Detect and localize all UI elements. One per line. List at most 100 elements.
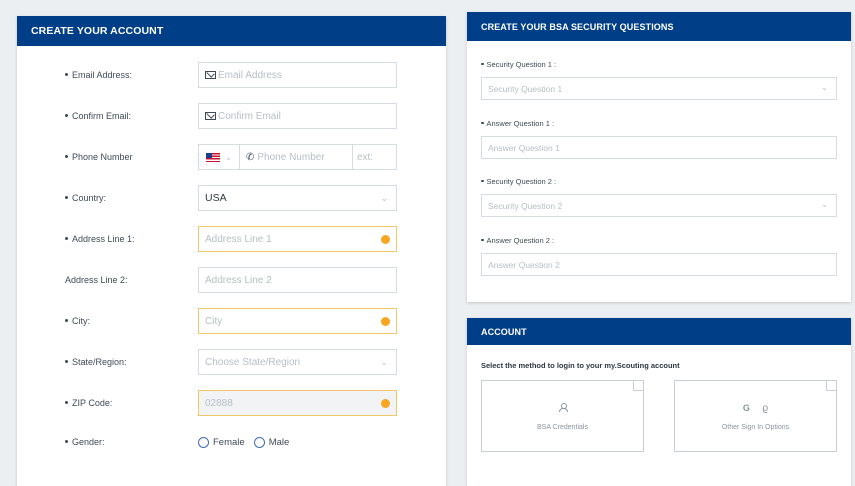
address1-placeholder: Address Line 1 — [205, 233, 272, 245]
security-question-1-select[interactable]: Security Question 1 ⌄ — [481, 77, 837, 100]
confirm-email-placeholder: Confirm Email — [218, 110, 281, 122]
state-label: State/Region: — [72, 357, 127, 367]
chevron-down-icon: ⌄ — [224, 151, 233, 162]
state-select[interactable]: Choose State/Region ⌄ — [198, 349, 397, 375]
required-dot — [65, 73, 68, 77]
mail-icon — [205, 112, 216, 120]
country-row: Country: USA ⌄ — [17, 185, 446, 211]
address2-placeholder: Address Line 2 — [205, 274, 272, 286]
gender-male-label[interactable]: Male — [269, 437, 290, 448]
required-dot — [65, 440, 68, 444]
city-label: City: — [72, 316, 90, 326]
login-method-card: ACCOUNT Select the method to login to yo… — [467, 318, 851, 486]
address1-row: Address Line 1: Address Line 1 — [17, 226, 446, 252]
country-value: USA — [205, 192, 227, 204]
required-dot — [65, 155, 68, 159]
phone-input[interactable]: ✆ Phone Number — [240, 144, 353, 170]
state-placeholder: Choose State/Region — [205, 356, 301, 368]
address2-label: Address Line 2: — [65, 275, 128, 285]
answer-question-2-label: Answer Question 2 : — [486, 236, 555, 245]
country-select[interactable]: USA ⌄ — [198, 185, 397, 211]
city-input[interactable]: City — [198, 308, 397, 334]
answer-question-1-input[interactable]: Answer Question 1 — [481, 136, 837, 159]
address2-input[interactable]: Address Line 2 — [198, 267, 397, 293]
address1-label: Address Line 1: — [72, 234, 135, 244]
phone-group: ⌄ ✆ Phone Number ext: — [198, 144, 397, 170]
security-questions-header: CREATE YOUR BSA SECURITY QUESTIONS — [467, 12, 851, 41]
security-questions-title: CREATE YOUR BSA SECURITY QUESTIONS — [481, 21, 674, 32]
bsa-credentials-option[interactable]: BSA Credentials — [481, 380, 644, 452]
answer-question-2-input[interactable]: Answer Question 2 — [481, 253, 837, 276]
warning-icon — [381, 399, 390, 408]
gender-radio-group: Female Male — [198, 429, 298, 455]
gender-row: Gender: Female Male — [17, 429, 446, 455]
phone-icon: ✆ — [246, 151, 255, 163]
confirm-email-input[interactable]: Confirm Email — [198, 103, 397, 129]
email-row: Email Address: Email Address — [17, 62, 446, 88]
email-placeholder: Email Address — [218, 69, 282, 81]
required-dot — [481, 179, 484, 183]
security-question-1-block: Security Question 1 : Security Question … — [481, 59, 837, 100]
email-label: Email Address: — [72, 70, 133, 80]
required-dot — [65, 360, 68, 364]
required-dot — [65, 114, 68, 118]
login-method-title: ACCOUNT — [481, 326, 527, 337]
confirm-email-label: Confirm Email: — [72, 111, 132, 121]
address2-row: Address Line 2: Address Line 2 — [17, 267, 446, 293]
gender-label: Gender: — [72, 437, 105, 447]
confirm-email-row: Confirm Email: Confirm Email — [17, 103, 446, 129]
required-dot — [65, 319, 68, 323]
login-method-header: ACCOUNT — [467, 318, 851, 345]
state-row: State/Region: Choose State/Region ⌄ — [17, 349, 446, 375]
option-checkbox[interactable] — [826, 381, 836, 391]
zip-row: ZIP Code: 02888 — [17, 390, 446, 416]
answer-question-2-placeholder: Answer Question 2 — [488, 259, 560, 270]
required-dot — [481, 62, 484, 66]
create-account-header: CREATE YOUR ACCOUNT — [17, 16, 446, 46]
zip-label: ZIP Code: — [72, 398, 113, 408]
security-question-2-block: Security Question 2 : Security Question … — [481, 176, 837, 217]
answer-question-1-block: Answer Question 1 : Answer Question 1 — [481, 118, 837, 159]
security-question-2-label: Security Question 2 : — [486, 177, 557, 186]
city-placeholder: City — [205, 315, 223, 327]
address1-input[interactable]: Address Line 1 — [198, 226, 397, 252]
login-method-prompt: Select the method to login to your my.Sc… — [481, 361, 680, 370]
security-question-2-placeholder: Security Question 2 — [488, 200, 563, 211]
required-dot — [65, 196, 68, 200]
security-questions-card: CREATE YOUR BSA SECURITY QUESTIONS Secur… — [467, 12, 851, 302]
apple-icon: ϱ — [762, 403, 769, 414]
gender-female-radio[interactable] — [198, 436, 209, 448]
phone-placeholder: Phone Number — [257, 151, 325, 163]
required-dot — [65, 401, 68, 405]
country-code-select[interactable]: ⌄ — [198, 144, 240, 170]
city-row: City: City — [17, 308, 446, 334]
answer-question-1-label: Answer Question 1 : — [486, 119, 555, 128]
create-account-title: CREATE YOUR ACCOUNT — [31, 25, 164, 37]
answer-question-1-placeholder: Answer Question 1 — [488, 142, 560, 153]
required-dot — [481, 121, 484, 125]
answer-question-2-block: Answer Question 2 : Answer Question 2 — [481, 235, 837, 276]
user-icon — [559, 403, 568, 412]
security-question-2-select[interactable]: Security Question 2 ⌄ — [481, 194, 837, 217]
phone-label: Phone Number — [72, 152, 133, 162]
other-sign-in-label: Other Sign In Options — [721, 424, 790, 431]
security-question-1-label: Security Question 1 : — [486, 60, 557, 69]
create-account-card: CREATE YOUR ACCOUNT Email Address: Email… — [17, 16, 446, 486]
google-icon: G — [742, 403, 750, 413]
phone-ext-placeholder: ext: — [357, 151, 374, 163]
email-input[interactable]: Email Address — [198, 62, 397, 88]
chevron-down-icon: ⌄ — [821, 200, 828, 209]
phone-ext-input[interactable]: ext: — [353, 144, 397, 170]
country-label: Country: — [72, 193, 107, 203]
chevron-down-icon: ⌄ — [380, 193, 388, 203]
warning-icon — [381, 235, 390, 244]
chevron-down-icon: ⌄ — [380, 357, 388, 367]
security-question-1-placeholder: Security Question 1 — [488, 83, 563, 94]
required-dot — [481, 238, 484, 242]
zip-input[interactable]: 02888 — [198, 390, 397, 416]
option-checkbox[interactable] — [633, 381, 643, 391]
mail-icon — [205, 71, 216, 79]
gender-male-radio[interactable] — [253, 436, 265, 448]
other-sign-in-option[interactable]: G ϱ Other Sign In Options — [674, 380, 837, 452]
gender-female-label[interactable]: Female — [213, 437, 245, 448]
